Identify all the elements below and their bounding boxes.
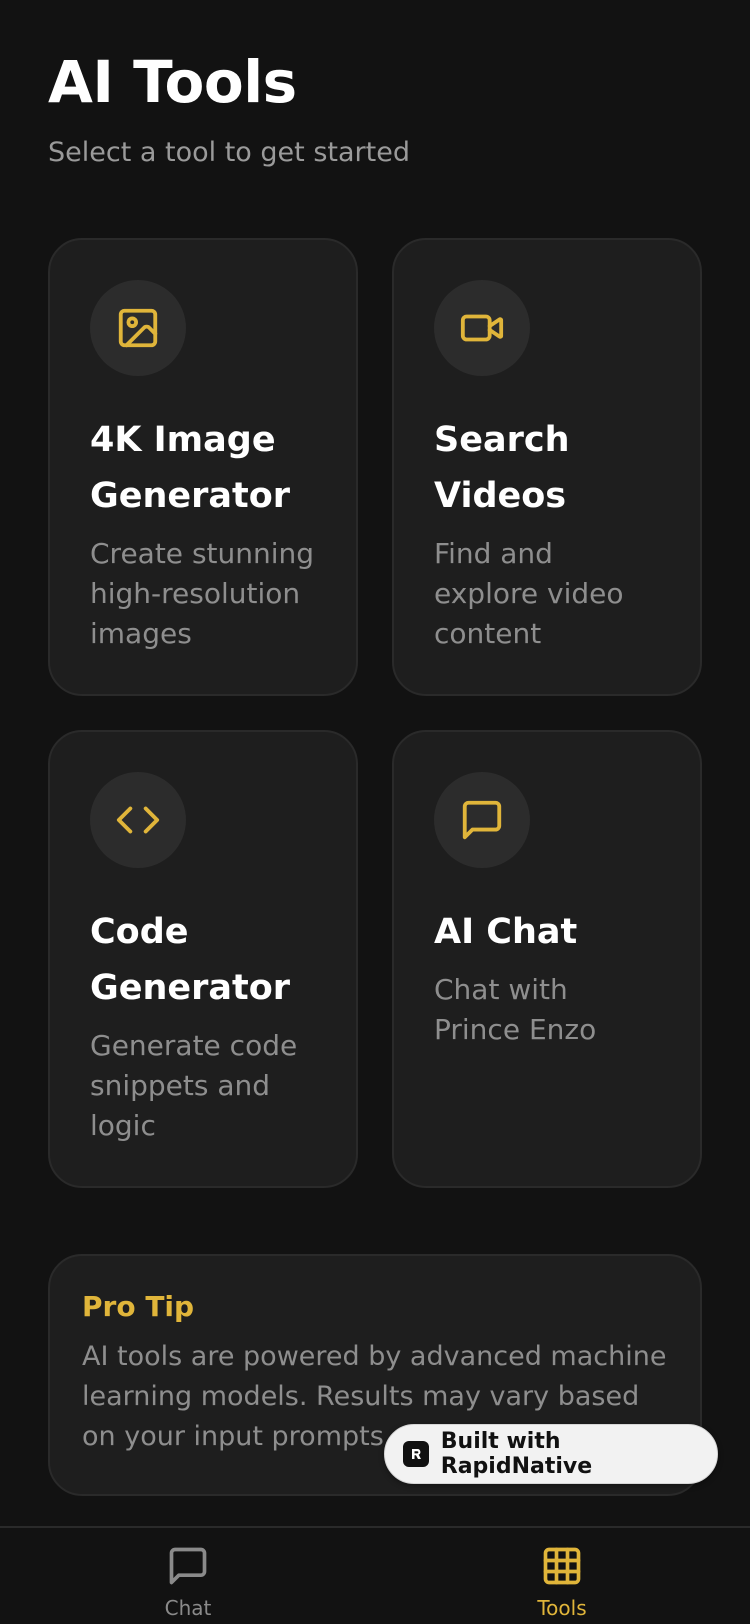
- pro-tip-title: Pro Tip: [82, 1290, 195, 1323]
- tools-screen: AI Tools Select a tool to get started 4K…: [0, 0, 750, 1624]
- code-icon: [116, 806, 160, 834]
- chat-bubble-icon: [462, 800, 502, 840]
- grid-icon: [543, 1547, 581, 1585]
- tool-card-description: Chat with Prince Enzo: [434, 973, 597, 1046]
- tool-card-title: AI Chat: [434, 912, 578, 952]
- icon-circle: [90, 280, 186, 376]
- tool-card-ai-chat[interactable]: AI Chat Chat with Prince Enzo: [392, 730, 702, 1188]
- tab-label: Tools: [537, 1596, 587, 1620]
- bottom-tab-bar: Chat Tools: [0, 1526, 750, 1624]
- icon-circle: [90, 772, 186, 868]
- tab-label: Chat: [164, 1596, 212, 1620]
- rapidnative-logo-icon: [403, 1441, 429, 1467]
- icon-circle: [434, 772, 530, 868]
- tool-card-title: 4K Image Generator: [90, 420, 291, 516]
- built-with-label: Built with RapidNative: [440, 1429, 593, 1479]
- page-title: AI Tools: [48, 48, 297, 116]
- page-subtitle: Select a tool to get started: [48, 137, 410, 168]
- tool-card-description: Create stunning high-resolution images: [90, 537, 315, 650]
- icon-circle: [434, 280, 530, 376]
- built-with-badge[interactable]: Built with RapidNative: [384, 1424, 718, 1484]
- video-icon: [460, 314, 504, 342]
- tool-card-title: Search Videos: [434, 420, 570, 516]
- tab-tools[interactable]: Tools: [482, 1544, 642, 1620]
- tab-chat[interactable]: Chat: [108, 1544, 268, 1620]
- tool-card-description: Generate code snippets and logic: [90, 1029, 298, 1142]
- chat-icon: [169, 1547, 207, 1585]
- tool-card-image-generator[interactable]: 4K Image Generator Create stunning high-…: [48, 238, 358, 696]
- tool-card-search-videos[interactable]: Search Videos Find and explore video con…: [392, 238, 702, 696]
- image-icon: [118, 308, 158, 348]
- tool-card-code-generator[interactable]: Code Generator Generate code snippets an…: [48, 730, 358, 1188]
- tool-card-description: Find and explore video content: [434, 537, 624, 650]
- tool-card-title: Code Generator: [90, 912, 291, 1008]
